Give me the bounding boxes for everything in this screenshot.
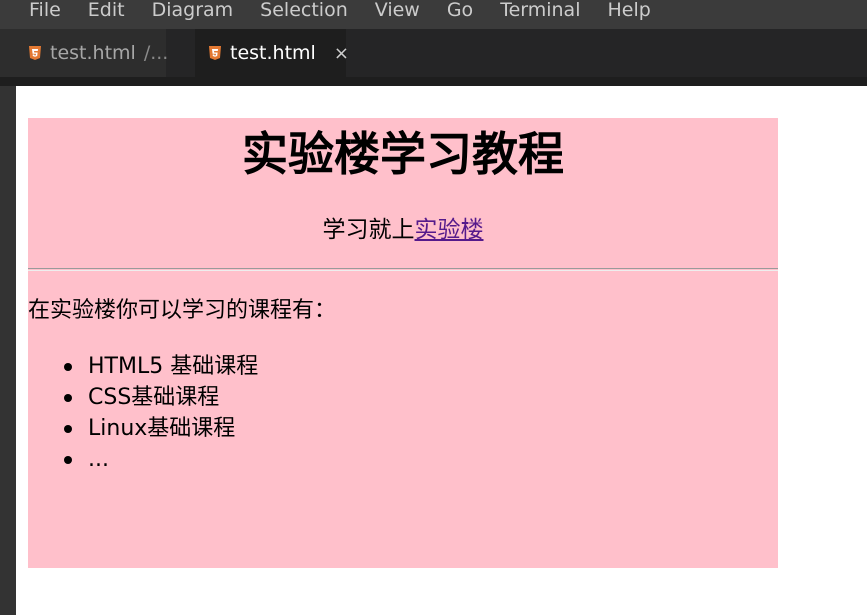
menu-diagram[interactable]: Diagram bbox=[138, 1, 247, 20]
list-item: ... bbox=[63, 444, 258, 475]
left-gutter bbox=[0, 86, 16, 615]
menu-go[interactable]: Go bbox=[433, 1, 486, 20]
horizontal-rule bbox=[28, 268, 778, 271]
menu-selection[interactable]: Selection bbox=[246, 1, 361, 20]
menu-view[interactable]: View bbox=[361, 1, 433, 20]
page-subtitle: 学习就上实验楼 bbox=[28, 215, 778, 245]
tab-test-html-active[interactable]: test.html × bbox=[195, 29, 349, 77]
subtitle-text: 学习就上 bbox=[322, 217, 415, 243]
course-intro: 在实验楼你可以学习的课程有： bbox=[28, 298, 337, 323]
tab-bar: test.html /... test.html × bbox=[0, 29, 867, 77]
tab-label: test.html bbox=[50, 42, 136, 64]
editor-top-strip bbox=[0, 77, 867, 86]
pink-content-box: 实验楼学习教程 学习就上实验楼 在实验楼你可以学习的课程有： HTML5 基础课… bbox=[28, 118, 778, 568]
tab-path: /... bbox=[143, 42, 169, 64]
close-icon[interactable]: × bbox=[334, 43, 349, 64]
menu-file[interactable]: File bbox=[0, 1, 74, 20]
menu-bar: File Edit Diagram Selection View Go Term… bbox=[0, 0, 867, 29]
course-list: HTML5 基础课程 CSS基础课程 Linux基础课程 ... bbox=[63, 351, 258, 475]
html5-icon bbox=[209, 46, 221, 60]
menu-terminal[interactable]: Terminal bbox=[486, 1, 593, 20]
list-item: CSS基础课程 bbox=[63, 382, 258, 413]
tab-label: test.html bbox=[230, 42, 316, 64]
list-item: HTML5 基础课程 bbox=[63, 351, 258, 382]
menu-edit[interactable]: Edit bbox=[74, 1, 138, 20]
list-item: Linux基础课程 bbox=[63, 413, 258, 444]
html5-icon bbox=[29, 46, 41, 60]
menu-help[interactable]: Help bbox=[593, 1, 663, 20]
tab-test-html-inactive[interactable]: test.html /... bbox=[0, 29, 169, 77]
html-preview: 实验楼学习教程 学习就上实验楼 在实验楼你可以学习的课程有： HTML5 基础课… bbox=[16, 86, 867, 615]
page-title: 实验楼学习教程 bbox=[242, 127, 564, 181]
shiyanlou-link[interactable]: 实验楼 bbox=[415, 217, 484, 243]
